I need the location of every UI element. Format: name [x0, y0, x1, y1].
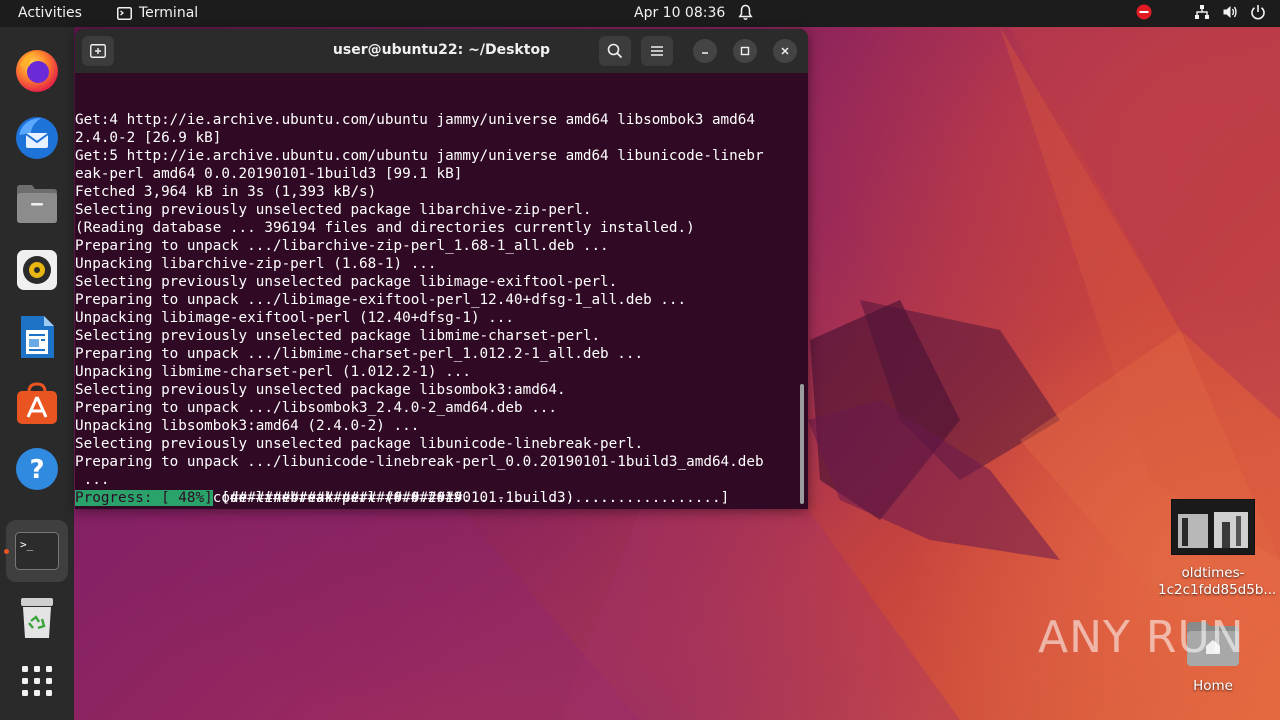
search-button[interactable] — [599, 36, 631, 66]
power-icon[interactable] — [1250, 4, 1266, 20]
terminal-line: 2.4.0-2 [26.9 kB] — [75, 130, 222, 146]
app-name: Terminal — [139, 5, 199, 21]
close-button[interactable] — [773, 39, 797, 63]
terminal-line: Selecting previously unselected package … — [75, 274, 618, 290]
minimize-icon — [702, 52, 708, 54]
terminal-small-icon — [117, 6, 132, 20]
terminal-line: Preparing to unpack .../libimage-exiftoo… — [75, 292, 687, 308]
terminal-line: Fetched 3,964 kB in 3s (1,393 kB/s) — [75, 184, 377, 200]
progress-bar: [###########################............… — [212, 490, 730, 506]
volume-icon[interactable] — [1222, 4, 1238, 20]
dock: ? >_ — [0, 27, 74, 720]
terminal-line: Selecting previously unselected package … — [75, 436, 644, 452]
rhythmbox-icon — [17, 250, 57, 290]
svg-text:?: ? — [29, 455, 44, 485]
maximize-icon — [740, 46, 750, 56]
anyrun-watermark: ANY RUN — [1038, 612, 1245, 663]
app-menu[interactable]: Terminal — [117, 5, 198, 21]
close-icon — [781, 47, 789, 55]
activities-button[interactable]: Activities — [18, 5, 82, 21]
terminal-line: Preparing to unpack .../libmime-charset-… — [75, 346, 644, 362]
svg-text:>_: >_ — [20, 538, 34, 551]
terminal-line: Unpacking libsombok3:amd64 (2.4.0-2) ... — [75, 418, 420, 434]
libreoffice-writer-icon — [21, 316, 54, 358]
terminal-line: Unpacking libimage-exiftool-perl (12.40+… — [75, 310, 514, 326]
file-name-label: Home — [1193, 678, 1233, 694]
do-not-disturb-icon[interactable] — [1136, 4, 1152, 20]
dock-show-apps[interactable] — [11, 655, 63, 707]
progress-label: Progress: [ 48%] — [75, 490, 213, 506]
minimize-button[interactable] — [693, 39, 717, 63]
network-icon[interactable] — [1194, 4, 1210, 20]
top-bar: Activities Terminal Apr 10 08:36 — [0, 0, 1280, 27]
terminal-line: Selecting previously unselected package … — [75, 328, 601, 344]
terminal-line: Selecting previously unselected package … — [75, 382, 566, 398]
ubuntu-software-icon — [17, 382, 57, 424]
dock-help[interactable]: ? — [11, 443, 63, 495]
dock-files[interactable] — [11, 178, 63, 230]
maximize-button[interactable] — [733, 39, 757, 63]
dock-software[interactable] — [11, 377, 63, 429]
terminal-header-bar[interactable]: user@ubuntu22: ~/Desktop — [75, 29, 808, 73]
terminal-line: ... — [75, 472, 110, 488]
files-icon — [17, 185, 57, 223]
search-icon — [607, 43, 623, 59]
terminal-scrollbar[interactable] — [800, 384, 804, 504]
dock-rhythmbox[interactable] — [11, 244, 63, 296]
watermark-text: ANY RUN — [1038, 612, 1245, 663]
terminal-output[interactable]: Get:4 http://ie.archive.ubuntu.com/ubunt… — [75, 75, 800, 509]
terminal-line: Get:4 http://ie.archive.ubuntu.com/ubunt… — [75, 112, 755, 128]
terminal-line: (Reading database ... 396194 files and d… — [75, 220, 695, 236]
menu-button[interactable] — [641, 36, 673, 66]
hamburger-menu-icon — [651, 46, 663, 56]
dock-terminal[interactable]: >_ — [6, 520, 68, 582]
firefox-icon — [16, 50, 58, 92]
help-icon: ? — [16, 448, 58, 490]
desktop-file-oldtimes[interactable]: oldtimes- 1c2c1fdd85d5b... — [1158, 499, 1277, 599]
system-tray[interactable] — [1136, 4, 1266, 20]
dock-thunderbird[interactable] — [11, 111, 63, 163]
dock-writer[interactable] — [11, 311, 63, 363]
terminal-line: eak-perl amd64 0.0.20190101-1build3 [99.… — [75, 166, 463, 182]
terminal-icon: >_ — [15, 532, 59, 570]
terminal-line: Get:5 http://ie.archive.ubuntu.com/ubunt… — [75, 148, 764, 164]
dock-firefox[interactable] — [11, 45, 63, 97]
file-name-label: oldtimes- 1c2c1fdd85d5b... — [1158, 565, 1277, 598]
terminal-line: Preparing to unpack .../libsombok3_2.4.0… — [75, 400, 558, 416]
terminal-line: Unpacking libmime-charset-perl (1.012.2-… — [75, 364, 471, 380]
dock-trash[interactable] — [11, 592, 63, 644]
thunderbird-icon — [16, 117, 58, 159]
notification-bell-icon[interactable] — [738, 4, 753, 25]
running-indicator — [4, 549, 9, 554]
terminal-line: Preparing to unpack .../libarchive-zip-p… — [75, 238, 609, 254]
progress-line: Progress: [ 48%] [######################… — [75, 489, 729, 507]
terminal-window[interactable]: user@ubuntu22: ~/Desktop Get:4 http://ie… — [75, 29, 808, 509]
terminal-line: Selecting previously unselected package … — [75, 202, 592, 218]
terminal-line: Preparing to unpack .../libunicode-lineb… — [75, 454, 764, 470]
video-thumbnail — [1171, 499, 1255, 555]
trash-icon — [21, 598, 53, 638]
terminal-line: Unpacking libarchive-zip-perl (1.68-1) .… — [75, 256, 437, 272]
show-apps-icon — [22, 666, 52, 696]
clock[interactable]: Apr 10 08:36 — [634, 5, 725, 21]
